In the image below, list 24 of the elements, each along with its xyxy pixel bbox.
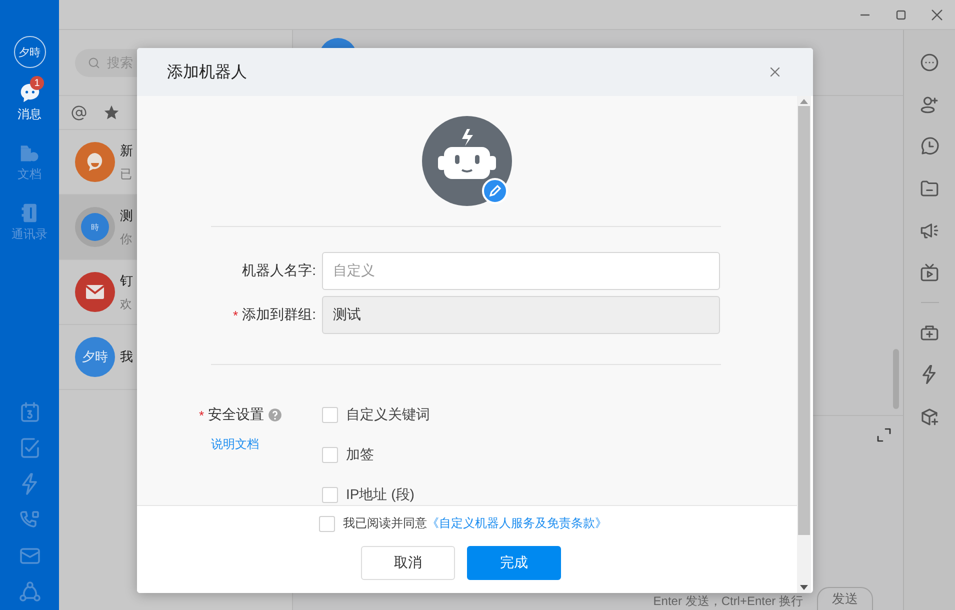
required-mark: * (199, 408, 204, 422)
option-label: IP地址 (段) (346, 486, 414, 504)
option-label: 加签 (346, 446, 374, 464)
conversation-title: 新 (120, 142, 133, 160)
field-label: 机器人名字: (242, 262, 316, 280)
nav-label: 文档 (18, 166, 42, 183)
option-label: 自定义关键词 (346, 406, 430, 424)
required-mark: * (233, 308, 238, 322)
conversation-title: 钉 (120, 272, 133, 290)
conversation-preview: 已 (120, 166, 133, 182)
conversation-title: 测 (120, 206, 133, 224)
conversation-preview: 欢 (120, 296, 133, 312)
unread-badge: 1 (30, 76, 44, 90)
field-label: 添加到群组: (242, 306, 316, 324)
agreement-text: 我已阅读并同意《自定义机器人服务及免责条款》 (343, 515, 607, 532)
nav-label: 通讯录 (12, 226, 48, 243)
conversation-preview: 你 (120, 230, 133, 248)
field-label: 安全设置 (208, 406, 264, 424)
dialog-title: 添加机器人 (167, 62, 247, 82)
conversation-title: 我 (120, 348, 133, 366)
nav-label: 消息 (18, 106, 42, 123)
contact-avatar: 夕時 (75, 337, 115, 377)
input-hint: Enter 发送，Ctrl+Enter 换行 (653, 593, 803, 610)
group-avatar: 時 (75, 207, 115, 247)
